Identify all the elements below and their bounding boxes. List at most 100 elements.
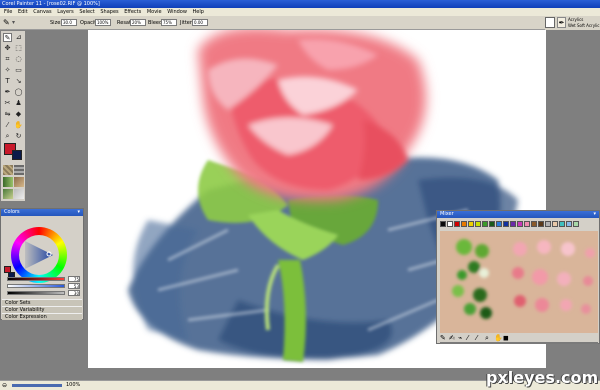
brush-category-name: Acrylics bbox=[568, 17, 584, 22]
section-color-expression[interactable]: Color Expression bbox=[2, 313, 82, 320]
magic-wand-icon[interactable]: ✧ bbox=[3, 66, 12, 75]
saturation-value[interactable]: 53 bbox=[68, 283, 80, 289]
toolbox: ✎ ⊿ ✥ ⬚ ⌗ ◌ ✧ ▭ T ↘ ✒ ◯ ✂ ♟ ⇋ ◆ ⁄ ✋ ⌕ ↻ bbox=[0, 30, 26, 202]
brush-tool-icon[interactable]: ✎ bbox=[3, 33, 12, 42]
hue-value[interactable]: 75 bbox=[68, 276, 80, 282]
mixer-swatch[interactable] bbox=[461, 221, 467, 227]
reset-tool-icon[interactable]: ▾ bbox=[12, 19, 15, 26]
clear-icon[interactable]: ◼ bbox=[503, 334, 509, 342]
jitter-field[interactable]: 0.00 bbox=[192, 19, 208, 26]
cloner-tool-icon[interactable]: ✂ bbox=[3, 99, 12, 108]
sample-multiple-icon[interactable]: ⁄ bbox=[476, 334, 477, 342]
mirror-tool-icon[interactable]: ⇋ bbox=[3, 110, 12, 119]
mixer-swatch[interactable] bbox=[566, 221, 572, 227]
menu-canvas[interactable]: Canvas bbox=[33, 9, 51, 15]
opacity-field[interactable]: 100% bbox=[95, 19, 111, 26]
paper-selector-icon[interactable] bbox=[3, 165, 13, 175]
transform-tool-icon[interactable]: ⬚ bbox=[14, 44, 23, 53]
brush-category-icon[interactable] bbox=[545, 17, 555, 28]
property-bar: ✎ ▾ Size: 30.0 Opacity: 100% Resat: 20% … bbox=[0, 16, 600, 30]
mixer-swatch[interactable] bbox=[559, 221, 565, 227]
magnifier-tool-icon[interactable]: ⌕ bbox=[3, 132, 12, 141]
mixer-swatch[interactable] bbox=[503, 221, 509, 227]
mixer-swatch[interactable] bbox=[482, 221, 488, 227]
menu-edit[interactable]: Edit bbox=[18, 9, 28, 15]
menu-select[interactable]: Select bbox=[79, 9, 94, 15]
look-selector-icon[interactable] bbox=[3, 189, 13, 199]
lasso-tool-icon[interactable]: ◌ bbox=[14, 55, 23, 64]
mixer-swatch[interactable] bbox=[524, 221, 530, 227]
pan-icon[interactable]: ✋ bbox=[494, 334, 503, 342]
resat-field[interactable]: 20% bbox=[130, 19, 146, 26]
zoom-slider[interactable] bbox=[12, 384, 62, 387]
mixer-swatch[interactable] bbox=[573, 221, 579, 227]
brush-variant-icon[interactable]: ✒ bbox=[557, 17, 566, 28]
mixer-panel-header[interactable]: Mixer ▾ bbox=[437, 211, 599, 218]
oval-tool-icon[interactable]: ◯ bbox=[14, 88, 23, 97]
mixer-swatch[interactable] bbox=[440, 221, 446, 227]
eyedropper-icon[interactable]: ⁄ bbox=[3, 121, 12, 130]
mixer-swatch[interactable] bbox=[468, 221, 474, 227]
pen-tool-icon[interactable]: ✒ bbox=[3, 88, 12, 97]
apply-color-icon[interactable]: ✍ bbox=[449, 334, 455, 342]
mixer-swatch[interactable] bbox=[538, 221, 544, 227]
mixer-swatch[interactable] bbox=[447, 221, 453, 227]
mix-color-icon[interactable]: ⌁ bbox=[458, 334, 462, 342]
brush-selector[interactable]: ✒ Acrylics Wet Soft Acrylic bbox=[545, 16, 600, 30]
sample-color-icon[interactable]: ⁄ bbox=[467, 334, 468, 342]
menu-layers[interactable]: Layers bbox=[57, 9, 74, 15]
mixer-swatch[interactable] bbox=[517, 221, 523, 227]
mixer-swatch[interactable] bbox=[510, 221, 516, 227]
panel-menu-icon[interactable]: ▾ bbox=[77, 209, 80, 216]
mixer-swatch[interactable] bbox=[545, 221, 551, 227]
menu-movie[interactable]: Movie bbox=[147, 9, 162, 15]
dirty-brush-icon[interactable]: ✎ bbox=[440, 334, 446, 342]
mixer-panel-title: Mixer bbox=[440, 211, 454, 217]
brush-icon[interactable]: ✎ bbox=[3, 18, 10, 27]
section-color-expression-label: Color Expression bbox=[5, 314, 47, 320]
brush-variant-name: Wet Soft Acrylic bbox=[568, 23, 600, 28]
grabber-tool-icon[interactable]: ✋ bbox=[14, 121, 23, 130]
rotate-page-icon[interactable]: ↻ bbox=[14, 132, 23, 141]
dropper-tool-icon[interactable]: ⊿ bbox=[14, 33, 23, 42]
value-value[interactable]: 30 bbox=[68, 290, 80, 296]
section-color-sets[interactable]: Color Sets bbox=[2, 299, 82, 306]
size-field[interactable]: 30.0 bbox=[61, 19, 77, 26]
mixer-menu-icon[interactable]: ▾ bbox=[593, 211, 596, 218]
mixer-swatch[interactable] bbox=[552, 221, 558, 227]
saturation-slider[interactable] bbox=[7, 284, 65, 288]
paint-bucket-icon[interactable]: ◆ bbox=[14, 110, 23, 119]
menu-help[interactable]: Help bbox=[193, 9, 204, 15]
layer-adjuster-icon[interactable]: ✥ bbox=[3, 44, 12, 53]
mixer-swatch[interactable] bbox=[475, 221, 481, 227]
menu-file[interactable]: File bbox=[4, 9, 12, 15]
value-slider[interactable] bbox=[7, 291, 65, 295]
brush-size-slider[interactable] bbox=[440, 342, 598, 344]
pattern-selector-icon[interactable] bbox=[14, 165, 24, 175]
window-title-bar: Corel Painter 11 - [rose02.RIF @ 100%] bbox=[0, 0, 600, 8]
mixer-swatch[interactable] bbox=[496, 221, 502, 227]
text-tool-icon[interactable]: T bbox=[3, 77, 12, 86]
bleed-field[interactable]: 75% bbox=[161, 19, 177, 26]
shape-tool-icon[interactable]: ↘ bbox=[14, 77, 23, 86]
rubber-stamp-icon[interactable]: ♟ bbox=[14, 99, 23, 108]
nozzle-selector-icon[interactable] bbox=[14, 177, 24, 187]
gradient-selector-icon[interactable] bbox=[3, 177, 13, 187]
menu-window[interactable]: Window bbox=[167, 9, 187, 15]
mixer-swatch[interactable] bbox=[454, 221, 460, 227]
additional-color-swatch[interactable] bbox=[12, 150, 22, 160]
mixer-swatch[interactable] bbox=[531, 221, 537, 227]
mixer-swatch[interactable] bbox=[489, 221, 495, 227]
hue-slider[interactable] bbox=[7, 277, 65, 281]
mixer-pad[interactable] bbox=[440, 231, 598, 333]
colors-panel-header[interactable]: Colors ▾ bbox=[1, 209, 83, 216]
saturation-value-triangle[interactable] bbox=[23, 239, 55, 271]
weave-selector-icon[interactable] bbox=[14, 189, 24, 199]
crop-tool-icon[interactable]: ⌗ bbox=[3, 55, 12, 64]
section-color-variability[interactable]: Color Variability bbox=[2, 306, 82, 313]
menu-effects[interactable]: Effects bbox=[124, 9, 141, 15]
menu-shapes[interactable]: Shapes bbox=[100, 9, 118, 15]
rectangle-select-icon[interactable]: ▭ bbox=[14, 66, 23, 75]
watermark: pxleyes.com bbox=[486, 368, 599, 387]
zoom-out-icon[interactable]: ⊖ bbox=[2, 382, 7, 389]
